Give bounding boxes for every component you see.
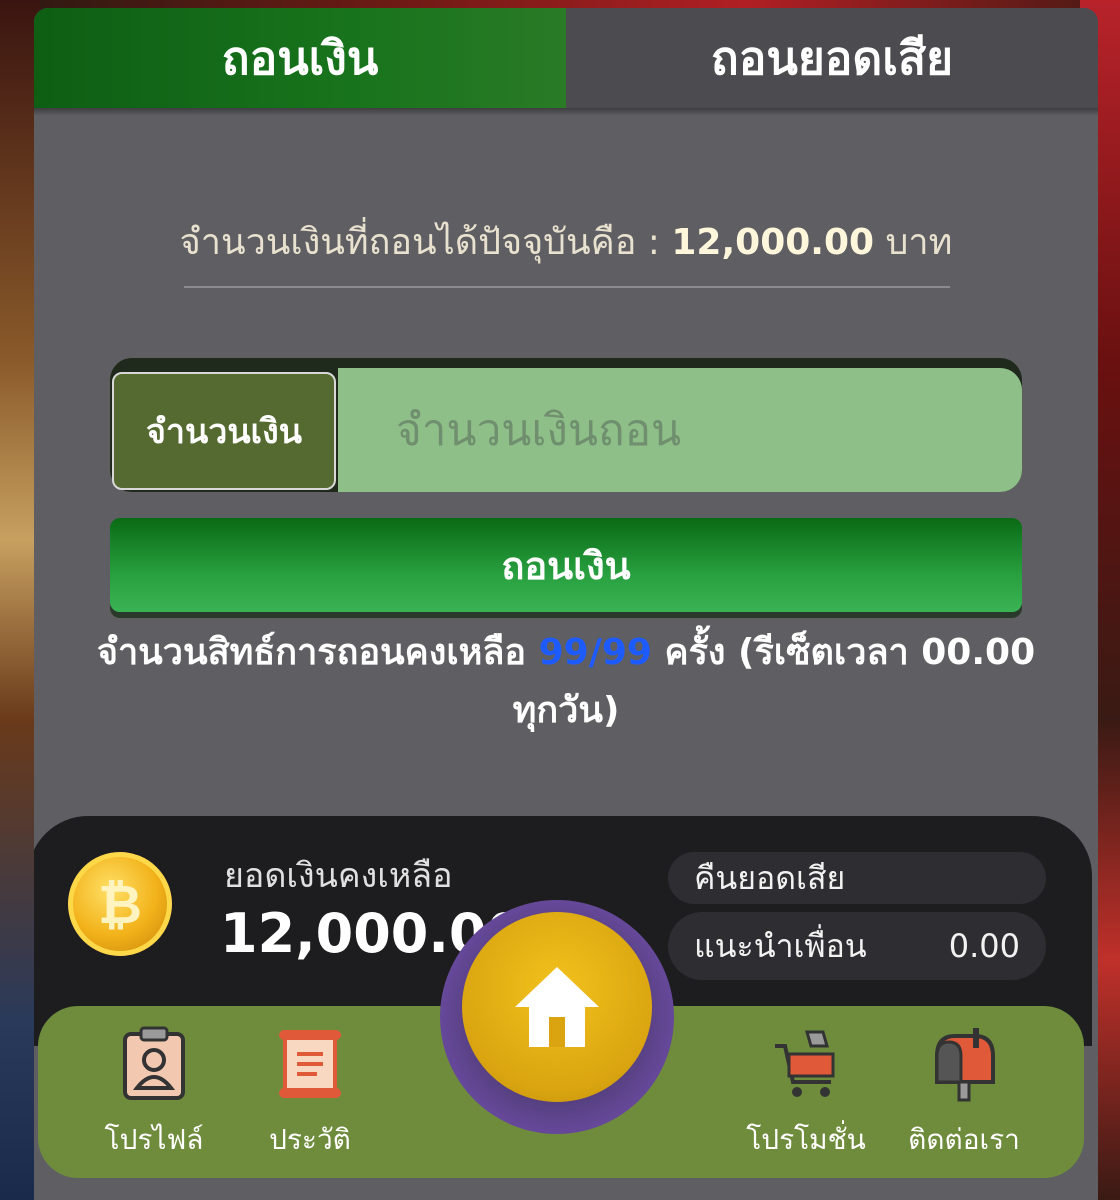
amount-input-group: จำนวนเงิน — [110, 358, 1022, 492]
home-icon — [515, 967, 599, 1047]
quota-prefix: จำนวนสิทธ์การถอนคงเหลือ — [96, 632, 527, 673]
withdraw-button[interactable]: ถอนเงิน — [110, 518, 1022, 612]
mailbox-icon — [935, 1028, 995, 1102]
nav-item-history[interactable]: ประวัติ — [240, 1026, 380, 1162]
nav-label-contact: ติดต่อเรา — [908, 1123, 1020, 1156]
available-amount-text: จำนวนเงินที่ถอนได้ปัจจุบันคือ : 12,000.0… — [34, 213, 1098, 270]
nav-label-promotion: โปรโมชั่น — [746, 1123, 866, 1156]
rebate-label: คืนยอดเสีย — [694, 858, 846, 897]
shopping-cart-icon — [775, 1030, 835, 1097]
withdraw-quota-text: จำนวนสิทธ์การถอนคงเหลือ 99/99 ครั้ง (รีเ… — [74, 624, 1058, 740]
referral-pill[interactable]: แนะนำเพื่อน 0.00 — [668, 912, 1046, 980]
withdraw-amount-input[interactable] — [338, 368, 1022, 492]
nav-item-contact[interactable]: ติดต่อเรา — [894, 1026, 1034, 1162]
available-prefix: จำนวนเงินที่ถอนได้ปัจจุบันคือ : — [179, 222, 660, 263]
referral-label: แนะนำเพื่อน — [694, 926, 867, 965]
tab-bar: ถอนเงิน ถอนยอดเสีย — [34, 8, 1098, 108]
profile-icon — [123, 1026, 185, 1100]
tab-withdraw[interactable]: ถอนเงิน — [34, 8, 566, 108]
nav-label-history: ประวัติ — [269, 1123, 351, 1156]
nav-item-profile[interactable]: โปรไฟล์ — [84, 1026, 224, 1162]
bitcoin-coin-icon: ₿ — [68, 852, 172, 956]
scroll-icon — [279, 1030, 341, 1098]
tab-shadow — [34, 108, 1098, 116]
home-button[interactable] — [462, 912, 652, 1102]
balance-label: ยอดเงินคงเหลือ — [224, 856, 453, 896]
available-amount: 12,000.00 — [671, 222, 875, 263]
nav-label-profile: โปรไฟล์ — [104, 1123, 204, 1156]
rebate-pill[interactable]: คืนยอดเสีย — [668, 852, 1046, 904]
nav-item-promotion[interactable]: โปรโมชั่น — [736, 1026, 876, 1162]
available-unit: บาท — [885, 222, 953, 263]
referral-value: 0.00 — [948, 927, 1020, 965]
amount-label: จำนวนเงิน — [112, 372, 336, 490]
quota-count: 99/99 — [538, 632, 652, 673]
divider — [184, 286, 950, 288]
tab-withdraw-rebate[interactable]: ถอนยอดเสีย — [566, 8, 1098, 108]
